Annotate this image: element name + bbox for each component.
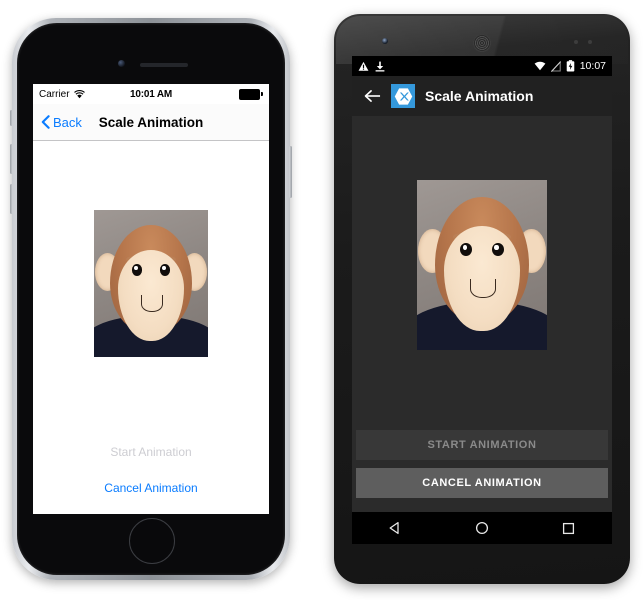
ios-navigation-bar: Back Scale Animation [33,104,269,141]
android-monkey-image [417,180,547,350]
screenshot-root: Carrier 10:01 AM Back Scale Animation St… [0,0,643,600]
iphone-volume-down-button[interactable] [10,184,13,214]
nav-back-triangle-icon[interactable] [375,512,415,544]
front-camera-icon [118,60,125,67]
nav-home-circle-icon[interactable] [462,512,502,544]
ios-back-button[interactable]: Back [41,115,82,130]
android-content-area: START ANIMATION CANCEL ANIMATION [352,116,612,512]
warning-triangle-icon [358,61,369,72]
android-back-arrow-icon[interactable] [364,89,381,103]
front-camera-icon [382,38,388,44]
android-status-bar: 10:07 [352,56,612,76]
ios-content-area: Start Animation Cancel Animation [33,141,269,514]
iphone-power-button[interactable] [289,146,292,198]
ios-start-animation-button[interactable]: Start Animation [33,441,269,463]
ios-clock: 10:01 AM [130,88,172,100]
nav-recents-square-icon[interactable] [549,512,589,544]
ios-back-label: Back [53,114,82,130]
android-screen: 10:07 Scale Animation START ANIMATION CA… [352,56,612,544]
android-action-buttons: START ANIMATION CANCEL ANIMATION [352,430,612,506]
iphone-home-button[interactable] [129,518,175,564]
android-page-title: Scale Animation [425,88,534,104]
ios-status-bar: Carrier 10:01 AM [33,84,269,104]
wifi-icon [534,61,546,71]
iphone-mute-switch[interactable] [10,110,13,126]
android-start-animation-button[interactable]: START ANIMATION [356,430,608,460]
no-sim-icon [550,60,561,72]
android-navigation-bar [352,512,612,544]
light-sensor-icon [588,40,592,44]
android-system-icons: 10:07 [534,60,606,72]
android-clock: 10:07 [579,60,606,72]
ios-action-buttons: Start Animation Cancel Animation [33,441,269,499]
proximity-sensor-icon [574,40,578,44]
android-cancel-animation-button[interactable]: CANCEL ANIMATION [356,468,608,498]
earpiece-speaker-icon [140,63,188,67]
download-icon [375,61,385,72]
xamarin-logo-icon [391,84,415,108]
android-app-bar: Scale Animation [352,76,612,116]
ios-monkey-image [94,210,208,357]
battery-charging-icon [566,60,575,72]
iphone-volume-up-button[interactable] [10,144,13,174]
ios-screen: Carrier 10:01 AM Back Scale Animation St… [33,84,269,514]
iphone-device: Carrier 10:01 AM Back Scale Animation St… [10,18,292,580]
android-notification-icons [358,61,385,72]
chevron-left-icon [41,115,50,129]
android-device: 10:07 Scale Animation START ANIMATION CA… [334,14,630,584]
ios-cancel-animation-button[interactable]: Cancel Animation [33,477,269,499]
earpiece-grille-icon [473,34,491,52]
